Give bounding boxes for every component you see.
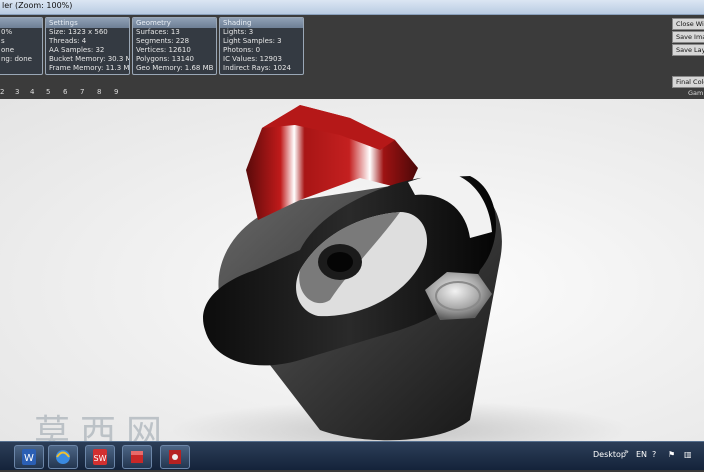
rendered-clamp-image [170,105,630,441]
settings-header: Settings [46,18,129,28]
shading-row: Light Samples: 3 [223,37,282,45]
status-row: one [1,46,15,54]
watermark: 莫西网 [34,413,173,441]
settings-row: Threads: 4 [49,37,87,45]
shading-row: Indirect Rays: 1024 [223,64,291,72]
geometry-row: Segments: 228 [136,37,190,45]
geometry-row: Polygons: 13140 [136,55,195,63]
shading-panel: Shading Lights: 3 Light Samples: 3 Photo… [219,17,304,75]
svg-text:SW: SW [94,454,107,463]
pager-page[interactable]: 9 [114,88,118,96]
gamma-label: Gam [688,89,704,97]
pager-page[interactable]: 8 [97,88,101,96]
settings-row: Size: 1323 x 560 [49,28,108,36]
status-row: ng: done [1,55,32,63]
geometry-row: Geo Memory: 1.68 MB [136,64,214,72]
geometry-row: Surfaces: 13 [136,28,180,36]
chevron-right-icon[interactable]: » [624,447,629,456]
status-panel: 0% s one ng: done [0,17,43,75]
network-icon[interactable]: ▥ [684,450,692,459]
shading-row: Lights: 3 [223,28,254,36]
shading-row: IC Values: 12903 [223,55,282,63]
save-image-button[interactable]: Save Ima [672,31,704,43]
help-icon[interactable]: ? [652,450,656,459]
shading-header: Shading [220,18,303,28]
shading-row: Photons: 0 [223,46,261,54]
taskbar-word-icon[interactable]: W [14,445,44,469]
language-indicator[interactable]: EN [636,450,647,459]
final-color-button[interactable]: Final Colo [672,76,704,88]
buffer-pager: 2 3 4 5 6 7 8 9 [0,88,126,98]
pager-page[interactable]: 6 [63,88,67,96]
save-layers-button[interactable]: Save Lay [672,44,704,56]
title-bar: ler (Zoom: 100%) [0,0,704,15]
settings-row: Frame Memory: 11.3 MB [49,64,130,72]
desktop-toolbar-label[interactable]: Desktop [593,450,626,459]
taskbar: W SW Desktop » EN ? ⚑ ▥ [0,441,704,470]
geometry-row: Vertices: 12610 [136,46,191,54]
pager-page[interactable]: 5 [46,88,50,96]
settings-row: Bucket Memory: 30.3 MB [49,55,130,63]
taskbar-toolbox-icon[interactable] [122,445,152,469]
settings-row: AA Samples: 32 [49,46,105,54]
taskbar-browser-icon[interactable] [48,445,78,469]
geometry-panel: Geometry Surfaces: 13 Segments: 228 Vert… [132,17,217,75]
status-row: s [1,37,5,45]
render-stats-bar: 0% s one ng: done Settings Size: 1323 x … [0,15,704,99]
settings-panel: Settings Size: 1323 x 560 Threads: 4 AA … [45,17,130,75]
close-window-button[interactable]: Close Win [672,18,704,30]
window-title: ler (Zoom: 100%) [2,1,73,10]
flag-icon[interactable]: ⚑ [668,450,675,459]
pager-page[interactable]: 4 [30,88,34,96]
pager-page[interactable]: 7 [80,88,84,96]
geometry-header: Geometry [133,18,216,28]
svg-text:W: W [24,453,34,464]
render-viewport: 莫西网 [0,99,704,441]
status-row: 0% [1,28,13,36]
pager-page[interactable]: 3 [15,88,19,96]
pager-page[interactable]: 2 [0,88,4,96]
taskbar-solidworks-icon[interactable]: SW [85,445,115,469]
taskbar-tools-icon[interactable] [160,445,190,469]
